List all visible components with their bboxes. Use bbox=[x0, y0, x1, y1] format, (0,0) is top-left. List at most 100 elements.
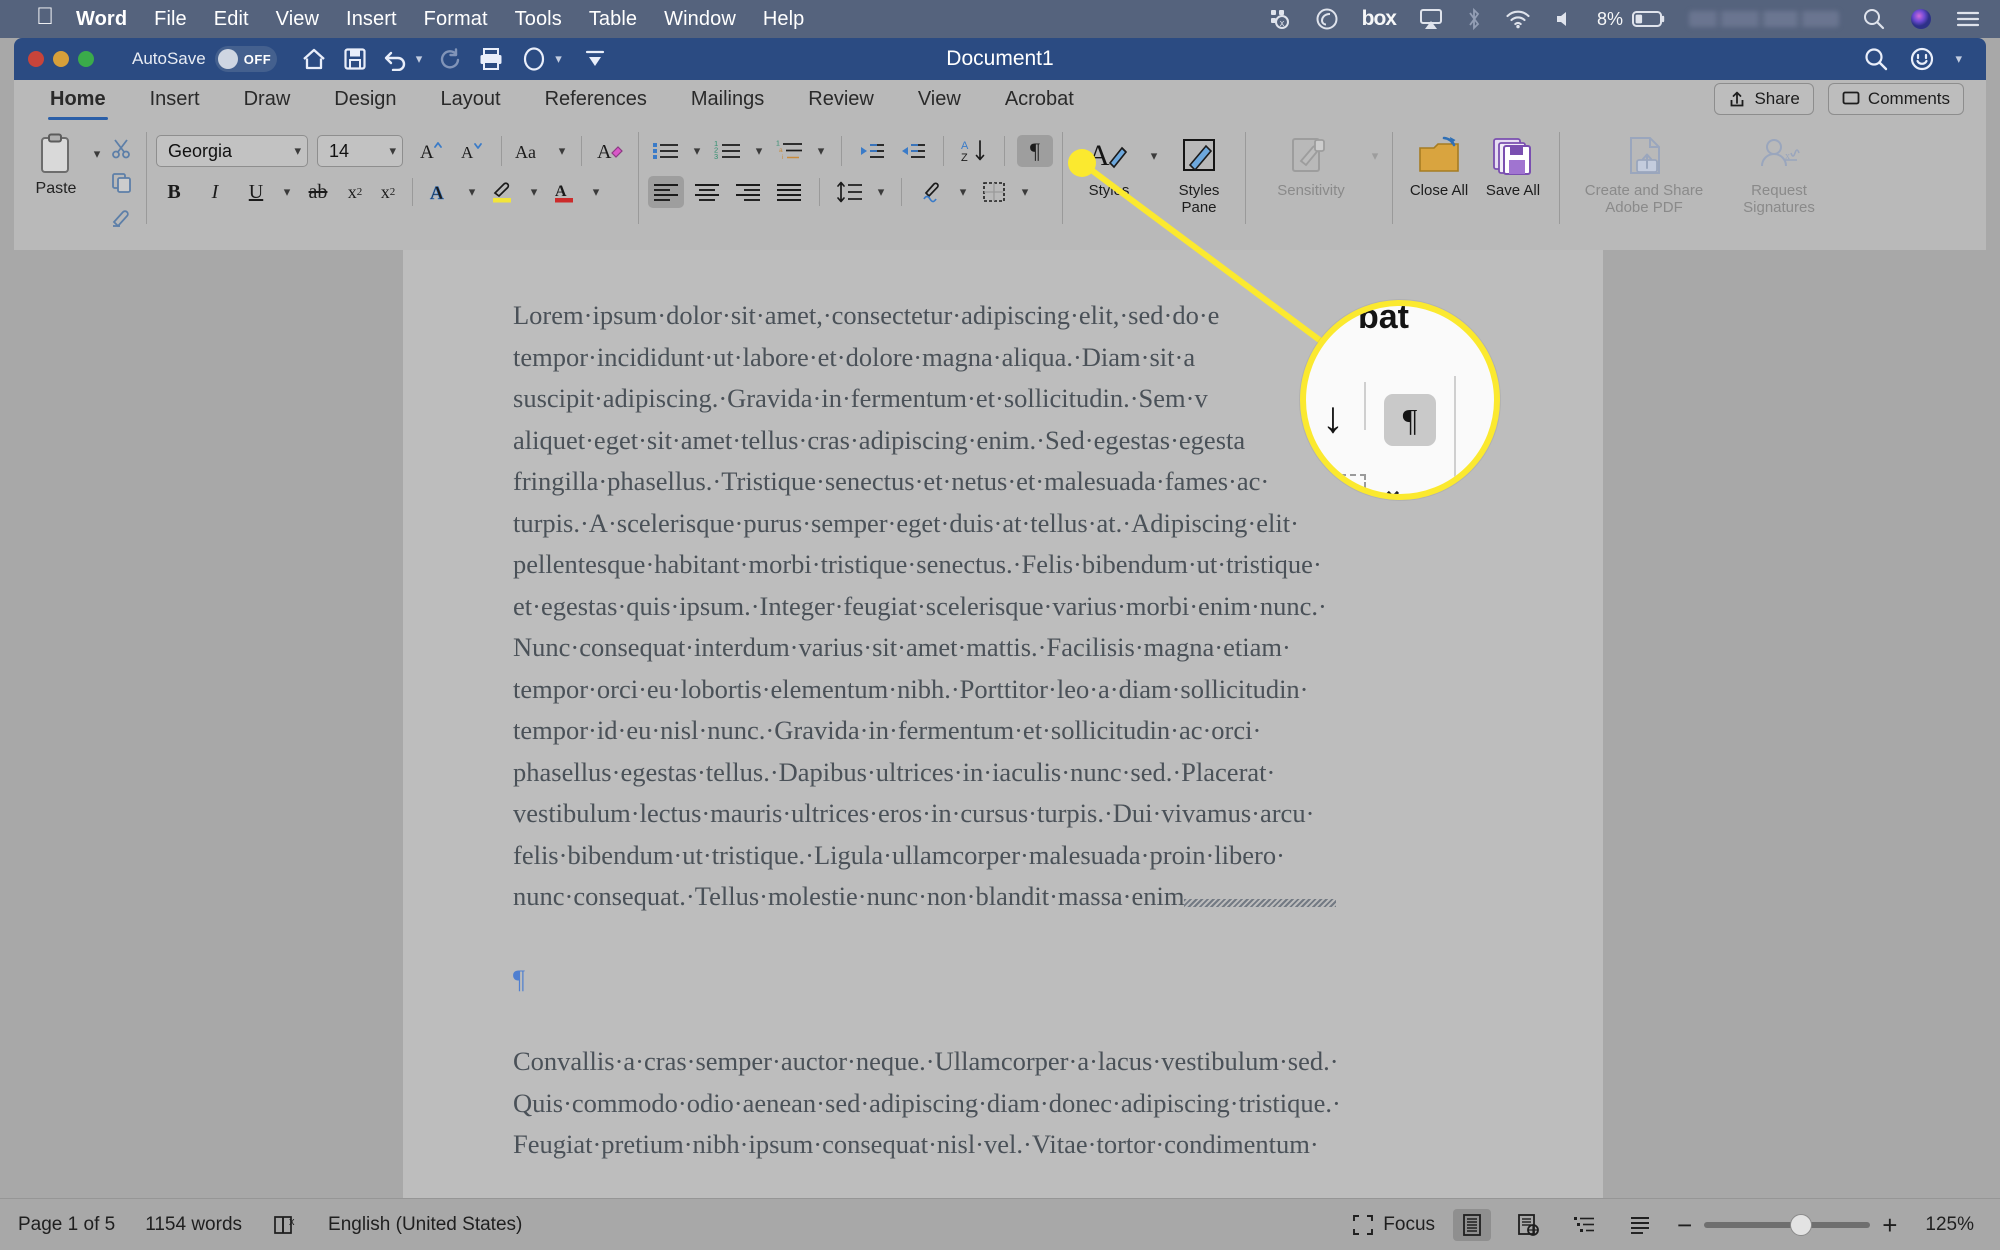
underline-icon[interactable]: U bbox=[238, 176, 274, 208]
control-center-icon[interactable] bbox=[1956, 9, 1980, 29]
shading-chevron-icon[interactable]: ▾ bbox=[955, 184, 971, 200]
styles-pane-button[interactable]: Styles Pane bbox=[1162, 126, 1236, 217]
tab-draw[interactable]: Draw bbox=[222, 88, 313, 120]
format-dropdown-chevron-icon[interactable]: ▾ bbox=[555, 51, 562, 67]
font-color-icon[interactable]: A bbox=[547, 176, 583, 208]
minimize-window-button[interactable] bbox=[53, 51, 69, 67]
underline-chevron-icon[interactable]: ▾ bbox=[279, 184, 295, 200]
search-icon[interactable] bbox=[1863, 46, 1889, 72]
font-family-select[interactable]: Georgia ▾ bbox=[156, 135, 308, 167]
battery-icon[interactable] bbox=[1632, 9, 1666, 29]
apple-menu-icon[interactable]:  bbox=[36, 5, 54, 29]
zoom-in-icon[interactable]: + bbox=[1882, 1212, 1897, 1238]
menu-item-view[interactable]: View bbox=[276, 8, 319, 31]
save-icon[interactable] bbox=[343, 47, 367, 71]
account-smiley-icon[interactable] bbox=[1909, 46, 1935, 72]
account-dropdown-chevron-icon[interactable]: ▾ bbox=[1955, 51, 1962, 67]
draft-icon[interactable] bbox=[1621, 1209, 1659, 1241]
spotlight-search-icon[interactable] bbox=[1862, 7, 1886, 31]
wifi-icon[interactable] bbox=[1505, 9, 1531, 29]
tab-design[interactable]: Design bbox=[312, 88, 418, 120]
increase-indent-icon[interactable] bbox=[895, 135, 931, 167]
font-size-select[interactable]: 14 ▾ bbox=[317, 135, 403, 167]
menu-item-help[interactable]: Help bbox=[763, 8, 805, 31]
highlight-chevron-icon[interactable]: ▾ bbox=[526, 184, 542, 200]
bullets-chevron-icon[interactable]: ▾ bbox=[689, 143, 705, 159]
print-layout-icon[interactable] bbox=[1453, 1208, 1492, 1241]
sensitivity-chevron-icon[interactable]: ▾ bbox=[1367, 148, 1383, 164]
line-spacing-chevron-icon[interactable]: ▾ bbox=[873, 184, 889, 200]
home-icon[interactable] bbox=[301, 47, 327, 71]
menu-item-insert[interactable]: Insert bbox=[346, 8, 397, 31]
decrease-indent-icon[interactable] bbox=[854, 135, 890, 167]
menu-item-edit[interactable]: Edit bbox=[214, 8, 249, 31]
show-formatting-marks-icon[interactable]: ¶ bbox=[1017, 135, 1053, 167]
menu-item-word[interactable]: Word bbox=[76, 8, 127, 31]
shading-icon[interactable] bbox=[914, 176, 950, 208]
tab-insert[interactable]: Insert bbox=[128, 88, 222, 120]
page-indicator[interactable]: Page 1 of 5 bbox=[18, 1214, 115, 1236]
bold-icon[interactable]: B bbox=[156, 176, 192, 208]
zoom-out-icon[interactable]: − bbox=[1677, 1212, 1692, 1238]
autosave-control[interactable]: AutoSave OFF bbox=[132, 46, 277, 72]
save-all-button[interactable]: Save All bbox=[1476, 126, 1550, 200]
zoom-slider-track[interactable] bbox=[1704, 1213, 1871, 1236]
volume-icon[interactable] bbox=[1554, 9, 1574, 29]
undo-dropdown-chevron-icon[interactable]: ▾ bbox=[416, 51, 423, 67]
align-left-icon[interactable] bbox=[648, 176, 684, 208]
line-spacing-icon[interactable] bbox=[832, 176, 868, 208]
align-right-icon[interactable] bbox=[730, 176, 766, 208]
share-button[interactable]: Share bbox=[1714, 83, 1814, 115]
multilevel-chevron-icon[interactable]: ▾ bbox=[813, 143, 829, 159]
change-case-chevron-icon[interactable]: ▾ bbox=[554, 143, 570, 159]
menu-item-window[interactable]: Window bbox=[664, 8, 736, 31]
styles-button[interactable]: A Styles bbox=[1072, 126, 1146, 200]
siri-icon[interactable] bbox=[1909, 7, 1933, 31]
clear-formatting-icon[interactable]: A bbox=[593, 135, 629, 167]
menu-item-table[interactable]: Table bbox=[589, 8, 637, 31]
dropbox-icon[interactable]: x bbox=[1268, 7, 1292, 31]
word-count[interactable]: 1154 words bbox=[145, 1214, 242, 1236]
comments-button[interactable]: Comments bbox=[1827, 83, 1964, 115]
tab-references[interactable]: References bbox=[523, 88, 669, 120]
highlight-color-icon[interactable] bbox=[485, 176, 521, 208]
format-circle-icon[interactable] bbox=[520, 46, 548, 72]
web-layout-icon[interactable] bbox=[1509, 1209, 1547, 1241]
multilevel-list-icon[interactable]: 1ai bbox=[772, 135, 808, 167]
undo-icon[interactable] bbox=[383, 47, 409, 71]
tab-acrobat[interactable]: Acrobat bbox=[983, 88, 1096, 120]
redo-icon[interactable] bbox=[438, 47, 462, 71]
language-indicator[interactable]: English (United States) bbox=[328, 1214, 522, 1236]
zoom-slider-control[interactable]: − + bbox=[1677, 1212, 1897, 1238]
tab-view[interactable]: View bbox=[896, 88, 983, 120]
close-all-button[interactable]: Close All bbox=[1402, 126, 1476, 200]
tab-mailings[interactable]: Mailings bbox=[669, 88, 786, 120]
box-icon[interactable]: box bbox=[1362, 7, 1397, 31]
airplay-icon[interactable] bbox=[1419, 8, 1443, 30]
maximize-window-button[interactable] bbox=[78, 51, 94, 67]
italic-icon[interactable]: I bbox=[197, 176, 233, 208]
superscript-icon[interactable]: x2 bbox=[374, 176, 402, 208]
tab-layout[interactable]: Layout bbox=[419, 88, 523, 120]
styles-chevron-icon[interactable]: ▾ bbox=[1146, 148, 1162, 164]
creative-cloud-icon[interactable] bbox=[1315, 7, 1339, 31]
customize-qat-icon[interactable] bbox=[584, 48, 606, 70]
document-canvas[interactable]: Lorem·ipsum·dolor·sit·amet,·consectetur·… bbox=[14, 250, 1986, 1200]
grow-font-icon[interactable]: A bbox=[413, 135, 449, 167]
paste-dropdown-chevron-icon[interactable]: ▾ bbox=[89, 146, 105, 162]
numbering-icon[interactable]: 123 bbox=[710, 135, 746, 167]
text-effects-icon[interactable]: A bbox=[423, 176, 459, 208]
bullets-icon[interactable] bbox=[648, 135, 684, 167]
proofing-errors-icon[interactable]: x bbox=[272, 1213, 298, 1237]
change-case-icon[interactable]: Aa bbox=[513, 135, 549, 167]
paste-button[interactable]: Paste bbox=[23, 126, 89, 198]
menu-item-format[interactable]: Format bbox=[424, 8, 488, 31]
borders-icon[interactable] bbox=[976, 176, 1012, 208]
outline-icon[interactable] bbox=[1565, 1209, 1603, 1241]
sort-az-icon[interactable]: AZ bbox=[956, 135, 992, 167]
align-center-icon[interactable] bbox=[689, 176, 725, 208]
numbering-chevron-icon[interactable]: ▾ bbox=[751, 143, 767, 159]
justify-icon[interactable] bbox=[771, 176, 807, 208]
scissors-icon[interactable] bbox=[107, 136, 137, 162]
tab-review[interactable]: Review bbox=[786, 88, 896, 120]
